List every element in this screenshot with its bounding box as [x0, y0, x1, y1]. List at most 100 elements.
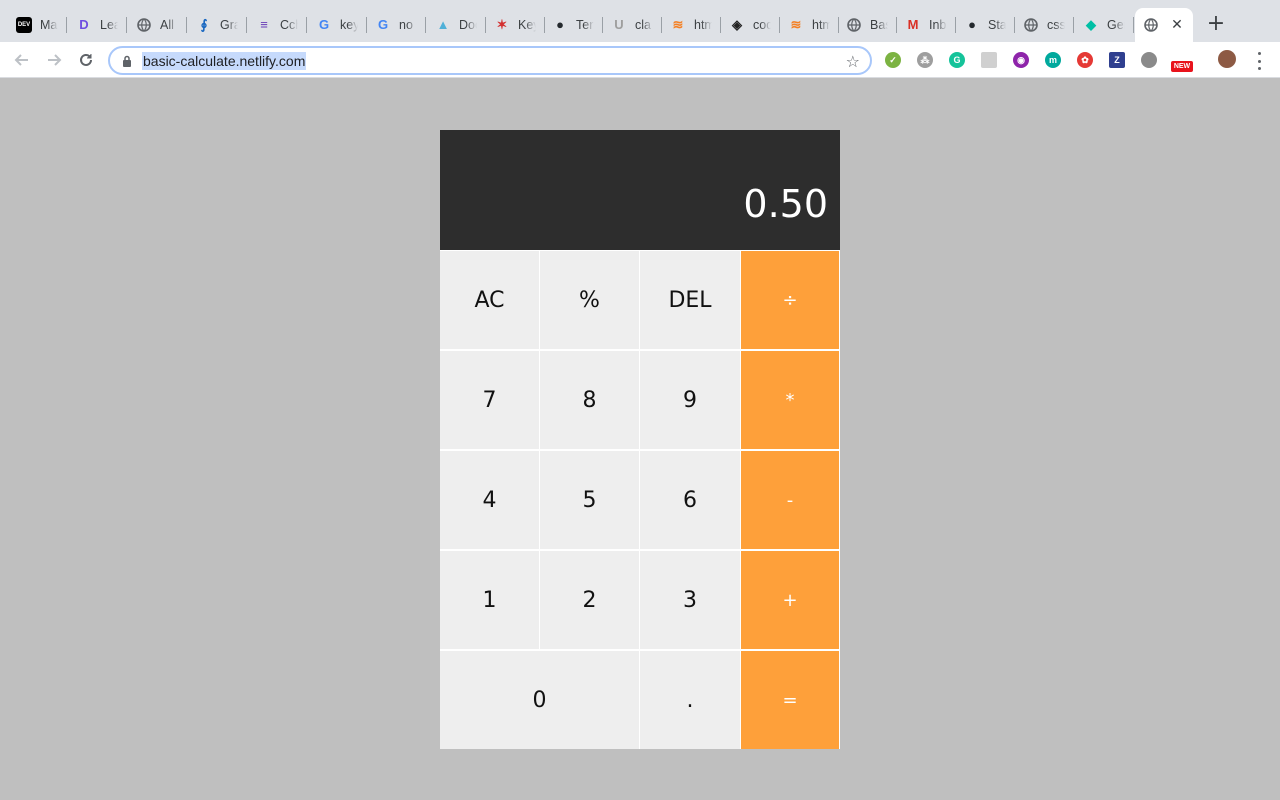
- keycode-icon: ✶: [496, 17, 508, 32]
- digit-1-button[interactable]: 1: [440, 551, 539, 649]
- browser-tab[interactable]: Gno: [367, 8, 426, 42]
- colors-extension-icon[interactable]: ✿: [1077, 52, 1093, 68]
- udacity-icon: U: [614, 17, 624, 32]
- browser-tab[interactable]: ✶ Key: [486, 8, 545, 42]
- add-button[interactable]: +: [741, 551, 839, 649]
- digit-0-button[interactable]: 0: [440, 651, 639, 749]
- m-extension-icon[interactable]: m: [1045, 52, 1061, 68]
- docs-icon: ▲: [436, 17, 450, 32]
- browser-tab[interactable]: Ucla: [603, 8, 662, 42]
- browser-tab[interactable]: ▲ Doc: [427, 8, 486, 42]
- tree-extension-icon[interactable]: ⁂: [917, 52, 933, 68]
- browser-tab[interactable]: Gkey: [308, 8, 367, 42]
- browser-tab[interactable]: ✕: [1135, 8, 1193, 42]
- close-tab-icon[interactable]: ✕: [1169, 17, 1185, 33]
- menu-dot: [1257, 67, 1261, 70]
- gem-icon: ◆: [1086, 17, 1096, 32]
- forward-button[interactable]: [42, 48, 66, 72]
- new-extension-icon[interactable]: NEW: [1171, 61, 1193, 72]
- multiply-button[interactable]: *: [741, 351, 839, 449]
- equals-button[interactable]: =: [741, 651, 839, 749]
- digit-9-button[interactable]: 9: [640, 351, 740, 449]
- tab-title: Sta: [988, 18, 1006, 32]
- calculator-display: 0.50: [440, 130, 840, 250]
- github-icon: ●: [968, 17, 976, 32]
- browser-tab[interactable]: Bas: [838, 8, 897, 42]
- subtract-button[interactable]: -: [741, 451, 839, 549]
- browser-tab[interactable]: All: [128, 8, 187, 42]
- browser-tab[interactable]: ≋ htm: [662, 8, 721, 42]
- calculator: 0.50 AC% DEL ÷ 7 8 9 * 4 5 6- 1 2 3 +0. =: [440, 130, 840, 749]
- zotero-extension-icon[interactable]: Z: [1109, 52, 1125, 68]
- keypad: AC% DEL ÷ 7 8 9 * 4 5 6- 1 2 3 +0. =: [440, 251, 840, 749]
- tab-title: Bas: [870, 18, 888, 32]
- browser-tab[interactable]: ◆ Ger: [1075, 8, 1134, 42]
- tab-title: css: [1047, 18, 1065, 32]
- arrow-right-icon: [48, 54, 62, 66]
- stackoverflow-icon: ≋: [790, 17, 802, 32]
- digit-2-button[interactable]: 2: [540, 551, 639, 649]
- screen-extension-icon[interactable]: [981, 52, 997, 68]
- digit-8-button[interactable]: 8: [540, 351, 639, 449]
- menu-dot: [1257, 52, 1261, 55]
- tab-title: Inb: [929, 18, 947, 32]
- octo-extension-icon[interactable]: ◉: [1013, 52, 1029, 68]
- digit-3-button[interactable]: 3: [640, 551, 740, 649]
- inbox-extension-icon[interactable]: ✓: [885, 52, 901, 68]
- tab-title: htm: [694, 18, 712, 32]
- tab-title: Doc: [459, 18, 477, 32]
- profile-avatar-icon[interactable]: [1218, 50, 1236, 68]
- back-button[interactable]: [10, 48, 34, 72]
- browser-tab[interactable]: css: [1015, 8, 1074, 42]
- codepen-icon: ◈: [732, 17, 742, 32]
- browser-tab[interactable]: M Inb: [897, 8, 956, 42]
- browser-menu-button[interactable]: [1252, 52, 1266, 70]
- grammarly-extension-icon[interactable]: G: [949, 52, 965, 68]
- decimal-button[interactable]: .: [640, 651, 740, 749]
- bookmark-star-icon[interactable]: ☆: [846, 52, 860, 71]
- delete-button[interactable]: DEL: [640, 251, 740, 349]
- tab-separator: [66, 17, 67, 33]
- github-icon: ●: [556, 17, 564, 32]
- tab-title: Mak: [40, 18, 58, 32]
- browser-toolbar: basic-calculate.netlify.com ☆ ✓ ⁂ G ◉ m ✿ Z NEW: [0, 42, 1280, 78]
- reload-icon: [80, 53, 92, 66]
- browser-tab[interactable]: ∮ Gra: [188, 8, 247, 42]
- menu-dot: [1257, 59, 1261, 63]
- browser-tab[interactable]: D Lea: [68, 8, 127, 42]
- tab-title: All: [160, 18, 174, 32]
- learning-icon: D: [79, 17, 89, 32]
- browser-tab[interactable]: ◈ cod: [721, 8, 780, 42]
- google-icon: G: [377, 17, 389, 32]
- digit-6-button[interactable]: 6: [640, 451, 740, 549]
- tab-title: Lea: [100, 18, 118, 32]
- browser-tab[interactable]: DEV Mak: [8, 8, 67, 42]
- browser-tab[interactable]: ≡ Cch: [248, 8, 307, 42]
- tab-title: Gra: [220, 18, 238, 32]
- new-tab-button[interactable]: +: [1204, 13, 1228, 37]
- percent-button[interactable]: %: [540, 251, 639, 349]
- tab-title: htm: [812, 18, 830, 32]
- tab-separator: [1073, 17, 1074, 33]
- digit-4-button[interactable]: 4: [440, 451, 539, 549]
- divide-button[interactable]: ÷: [741, 251, 839, 349]
- google-icon: G: [318, 17, 330, 32]
- tab-title: Cch: [280, 18, 298, 32]
- dev-icon: DEV: [16, 17, 32, 33]
- tab-separator: [126, 17, 127, 33]
- url-text[interactable]: basic-calculate.netlify.com: [142, 51, 307, 70]
- all-clear-button[interactable]: AC: [440, 251, 539, 349]
- tab-title: key: [340, 18, 358, 32]
- tab-separator: [1133, 17, 1134, 33]
- tab-separator: [186, 17, 187, 33]
- address-bar[interactable]: basic-calculate.netlify.com ☆: [108, 46, 872, 75]
- digit-5-button[interactable]: 5: [540, 451, 639, 549]
- reload-button[interactable]: [74, 48, 98, 72]
- browser-tab[interactable]: ≋ htm: [780, 8, 839, 42]
- tab-title: Key: [518, 18, 536, 32]
- browser-tab[interactable]: ● Ter: [544, 8, 603, 42]
- digit-7-button[interactable]: 7: [440, 351, 539, 449]
- gray-extension-icon[interactable]: [1141, 52, 1157, 68]
- globe-icon: [1023, 17, 1039, 33]
- browser-tab[interactable]: ● Sta: [956, 8, 1015, 42]
